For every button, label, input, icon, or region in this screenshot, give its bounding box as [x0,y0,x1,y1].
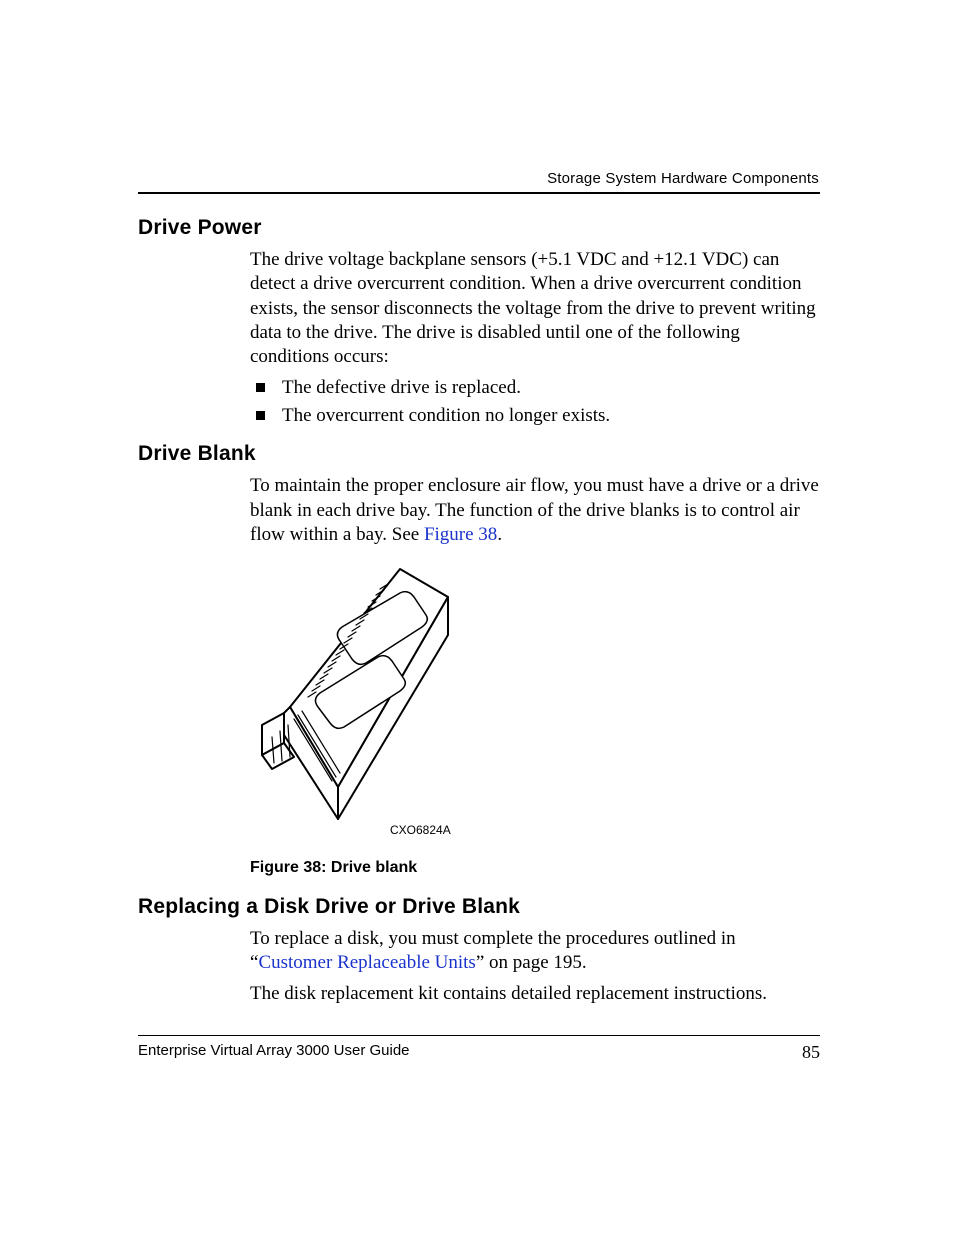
drive-blank-text-post: . [497,524,502,545]
running-header: Storage System Hardware Components [547,170,819,187]
cru-link[interactable]: Customer Replaceable Units [258,952,475,973]
drive-power-paragraph: The drive voltage backplane sensors (+5.… [250,248,820,370]
drive-power-bullets: The defective drive is replaced. The ove… [250,376,820,429]
figure-caption: Figure 38: Drive blank [250,859,820,877]
heading-drive-blank: Drive Blank [138,442,820,466]
replacing-text-post: ” on page 195. [476,952,587,973]
header-rule [138,192,820,194]
footer-title: Enterprise Virtual Array 3000 User Guide [138,1042,410,1059]
figure-reference-link[interactable]: Figure 38 [424,524,497,545]
drive-blank-figure-icon [250,557,470,827]
bullet-item: The overcurrent condition no longer exis… [250,404,820,428]
drive-blank-paragraph: To maintain the proper enclosure air flo… [250,474,820,547]
drive-blank-text: To maintain the proper enclosure air flo… [250,475,819,545]
replacing-paragraph-1: To replace a disk, you must complete the… [250,927,820,976]
bullet-item: The defective drive is replaced. [250,376,820,400]
footer-rule [138,1035,820,1036]
heading-drive-power: Drive Power [138,216,820,240]
replacing-paragraph-2: The disk replacement kit contains detail… [250,982,820,1006]
heading-replacing: Replacing a Disk Drive or Drive Blank [138,895,820,919]
figure-id-label: CXO6824A [390,823,820,837]
page-number: 85 [802,1042,820,1063]
